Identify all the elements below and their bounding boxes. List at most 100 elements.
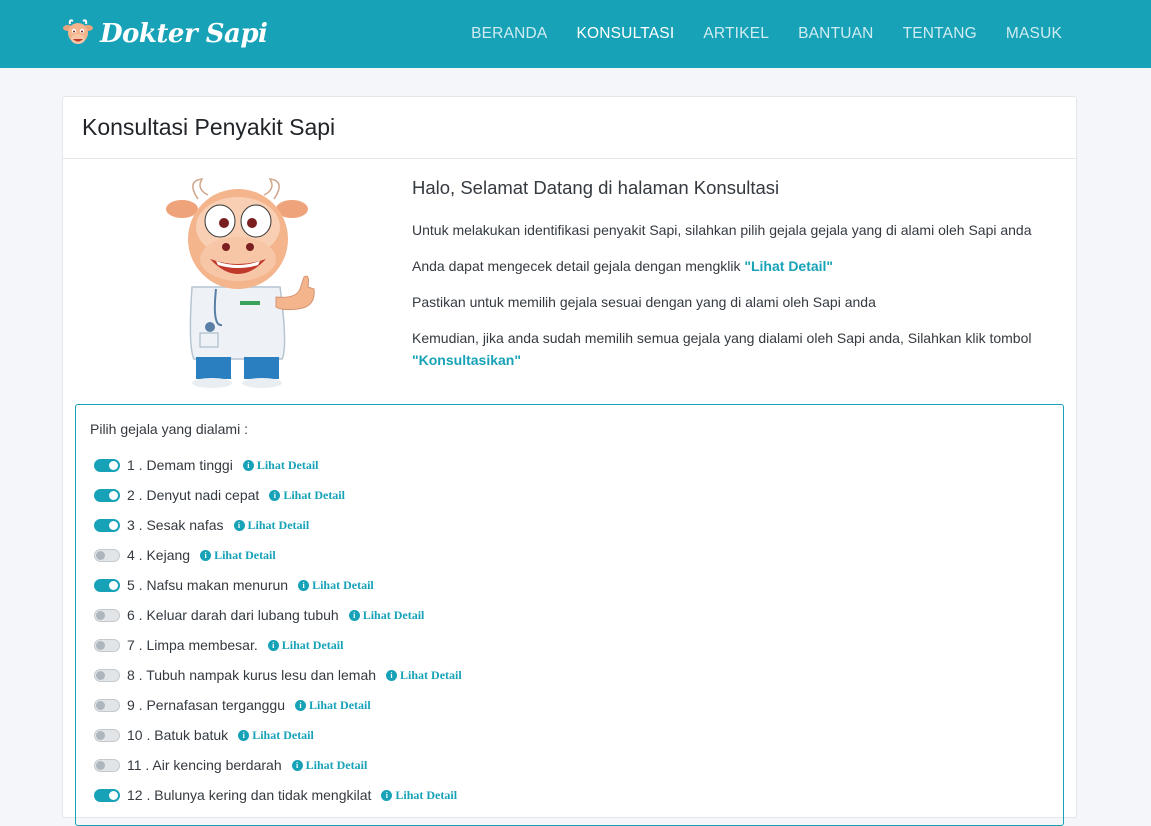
symptom-toggle[interactable] <box>94 608 120 622</box>
symptoms-label: Pilih gejala yang dialami : <box>90 421 248 437</box>
symptom-item: 1 . Demam tinggi i Lihat Detail <box>94 450 462 480</box>
info-icon: i <box>238 729 250 741</box>
symptom-toggle[interactable] <box>94 668 120 682</box>
symptom-item: 7 . Limpa membesar. i Lihat Detail <box>94 630 462 660</box>
lihat-detail-label: Lihat Detail <box>247 517 310 532</box>
info-icon: i <box>348 609 360 621</box>
symptom-toggle[interactable] <box>94 518 120 532</box>
lihat-detail-label: Lihat Detail <box>256 457 319 472</box>
intro-paragraph-2-text: Anda dapat mengecek detail gejala dengan… <box>412 258 745 274</box>
info-icon: i <box>233 519 245 531</box>
intro-paragraph-4: Kemudian, jika anda sudah memilih semua … <box>412 327 1062 371</box>
symptom-toggle[interactable] <box>94 638 120 652</box>
lihat-detail-label: Lihat Detail <box>400 667 462 682</box>
info-icon: i <box>269 489 281 501</box>
info-icon: i <box>267 639 279 651</box>
consultation-card: Konsultasi Penyakit Sapi Halo, Selamat D… <box>62 96 1077 826</box>
intro-heading: Halo, Selamat Datang di halaman Konsulta… <box>412 177 780 198</box>
lihat-detail-label: Lihat Detail <box>283 487 345 502</box>
intro-paragraph-1: Untuk melakukan identifikasi penyakit Sa… <box>412 222 1032 238</box>
symptom-item: 6 . Keluar darah dari lubang tubuh i Lihat… <box>94 600 462 630</box>
lihat-detail-label: Lihat Detail <box>309 697 371 712</box>
intro-paragraph-3: Pastikan untuk memilih gejala sesuai den… <box>412 294 876 310</box>
symptom-label: 1 . Demam tinggi <box>127 457 233 473</box>
page-title: Konsultasi Penyakit Sapi <box>82 114 336 140</box>
lihat-detail-link[interactable]: i Lihat Detail <box>295 698 371 713</box>
nav-item-konsultasi[interactable]: KONSULTASI <box>576 25 674 43</box>
nav-item-tentang[interactable]: TENTANG <box>903 25 977 43</box>
nav-item-masuk[interactable]: MASUK <box>1006 25 1062 43</box>
symptom-label: 6 . Keluar darah dari lubang tubuh <box>127 607 339 623</box>
lihat-detail-label: Lihat Detail <box>395 787 458 802</box>
symptom-label: 10 . Batuk batuk <box>127 727 229 743</box>
navbar: Dokter Sapi BERANDA KONSULTASI ARTIKEL BANT… <box>0 0 1151 68</box>
lihat-detail-label: Lihat Detail <box>252 727 314 742</box>
symptom-toggle[interactable] <box>94 698 120 712</box>
lihat-detail-label: Lihat Detail <box>362 607 425 622</box>
lihat-detail-label: Lihat Detail <box>214 547 276 562</box>
symptom-label: 12 . Bulunya kering dan tidak mengkilat <box>127 787 372 803</box>
symptom-label: 2 . Denyut nadi cepat <box>127 487 260 503</box>
nav-item-beranda[interactable]: BERANDA <box>471 25 547 43</box>
symptom-item: 3 . Sesak nafas i Lihat Detail <box>94 510 462 540</box>
info-icon: i <box>298 579 310 591</box>
symptom-item: 12 . Bulunya kering dan tidak mengkilat i… <box>94 780 462 810</box>
lihat-detail-label: Lihat Detail <box>305 757 368 772</box>
symptom-label: 3 . Sesak nafas <box>127 517 224 533</box>
nav-item-bantuan[interactable]: BANTUAN <box>798 25 873 43</box>
symptom-toggle[interactable] <box>94 758 120 772</box>
symptoms-box: Pilih gejala yang dialami : 1 . Demam ti… <box>75 404 1064 826</box>
lihat-detail-link[interactable]: i Lihat Detail <box>238 728 314 743</box>
lihat-detail-link[interactable]: i Lihat Detail <box>200 548 276 563</box>
symptom-item: 4 . Kejang i Lihat Detail <box>94 540 462 570</box>
symptom-item: 8 . Tubuh nampak kurus lesu dan lemah i Li… <box>94 660 462 690</box>
nav-item-artikel[interactable]: ARTIKEL <box>703 25 769 43</box>
symptom-item: 5 . Nafsu makan menurun i Lihat Detail <box>94 570 462 600</box>
symptom-label: 8 . Tubuh nampak kurus lesu dan lemah <box>127 667 377 683</box>
lihat-detail-link[interactable]: i Lihat Detail <box>267 637 344 653</box>
lihat-detail-link[interactable]: i Lihat Detail <box>298 578 374 593</box>
intro-paragraph-4-text: Kemudian, jika anda sudah memilih semua … <box>412 330 1032 346</box>
symptom-label: 7 . Limpa membesar. <box>127 637 258 653</box>
brand-name: Dokter Sapi <box>100 19 268 49</box>
symptom-label: 4 . Kejang <box>127 547 191 563</box>
symptom-toggle[interactable] <box>94 578 120 592</box>
info-icon: i <box>295 699 307 711</box>
info-icon: i <box>291 759 303 771</box>
brand[interactable]: Dokter Sapi <box>62 13 268 55</box>
symptom-toggle[interactable] <box>94 728 120 742</box>
info-icon: i <box>386 669 398 681</box>
lihat-detail-link[interactable]: i Lihat Detail <box>381 788 457 803</box>
lihat-detail-link[interactable]: i Lihat Detail <box>386 668 462 683</box>
lihat-detail-link[interactable]: i Lihat Detail <box>242 457 319 473</box>
symptom-toggle[interactable] <box>94 548 120 562</box>
info-icon: i <box>200 549 212 561</box>
symptom-label: 11 . Air kencing berdarah <box>127 757 282 773</box>
lihat-detail-highlight: "Lihat Detail" <box>744 258 834 274</box>
symptom-toggle[interactable] <box>94 788 120 802</box>
info-icon: i <box>242 459 254 471</box>
lihat-detail-link[interactable]: i Lihat Detail <box>269 488 345 503</box>
konsultasikan-highlight: "Konsultasikan" <box>412 352 521 368</box>
symptom-toggle[interactable] <box>94 458 120 472</box>
symptom-list: 1 . Demam tinggi i Lihat Detail 2 . Denyut … <box>94 450 462 810</box>
symptom-label: 9 . Pernafasan terganggu <box>127 697 286 713</box>
symptom-label: 5 . Nafsu makan menurun <box>127 577 289 593</box>
lihat-detail-link[interactable]: i Lihat Detail <box>348 607 425 623</box>
symptom-toggle[interactable] <box>94 488 120 502</box>
lihat-detail-label: Lihat Detail <box>312 577 374 592</box>
lihat-detail-label: Lihat Detail <box>281 637 344 652</box>
main-nav: BERANDA KONSULTASI ARTIKEL BANTUAN TENTANG MA… <box>471 0 1062 68</box>
intro-paragraph-2: Anda dapat mengecek detail gejala dengan… <box>412 255 1062 277</box>
cow-doctor-mascot <box>166 178 315 388</box>
symptom-item: 11 . Air kencing berdarah i Lihat Detail <box>94 750 462 780</box>
lihat-detail-link[interactable]: i Lihat Detail <box>233 517 310 533</box>
card-header: Konsultasi Penyakit Sapi <box>63 97 1076 159</box>
intro-section: Halo, Selamat Datang di halaman Konsulta… <box>412 177 1062 385</box>
cow-face-icon <box>63 19 93 44</box>
symptom-item: 9 . Pernafasan terganggu i Lihat Detail <box>94 690 462 720</box>
info-icon: i <box>381 789 393 801</box>
symptom-item: 2 . Denyut nadi cepat i Lihat Detail <box>94 480 462 510</box>
lihat-detail-link[interactable]: i Lihat Detail <box>291 757 368 773</box>
symptom-item: 10 . Batuk batuk i Lihat Detail <box>94 720 462 750</box>
